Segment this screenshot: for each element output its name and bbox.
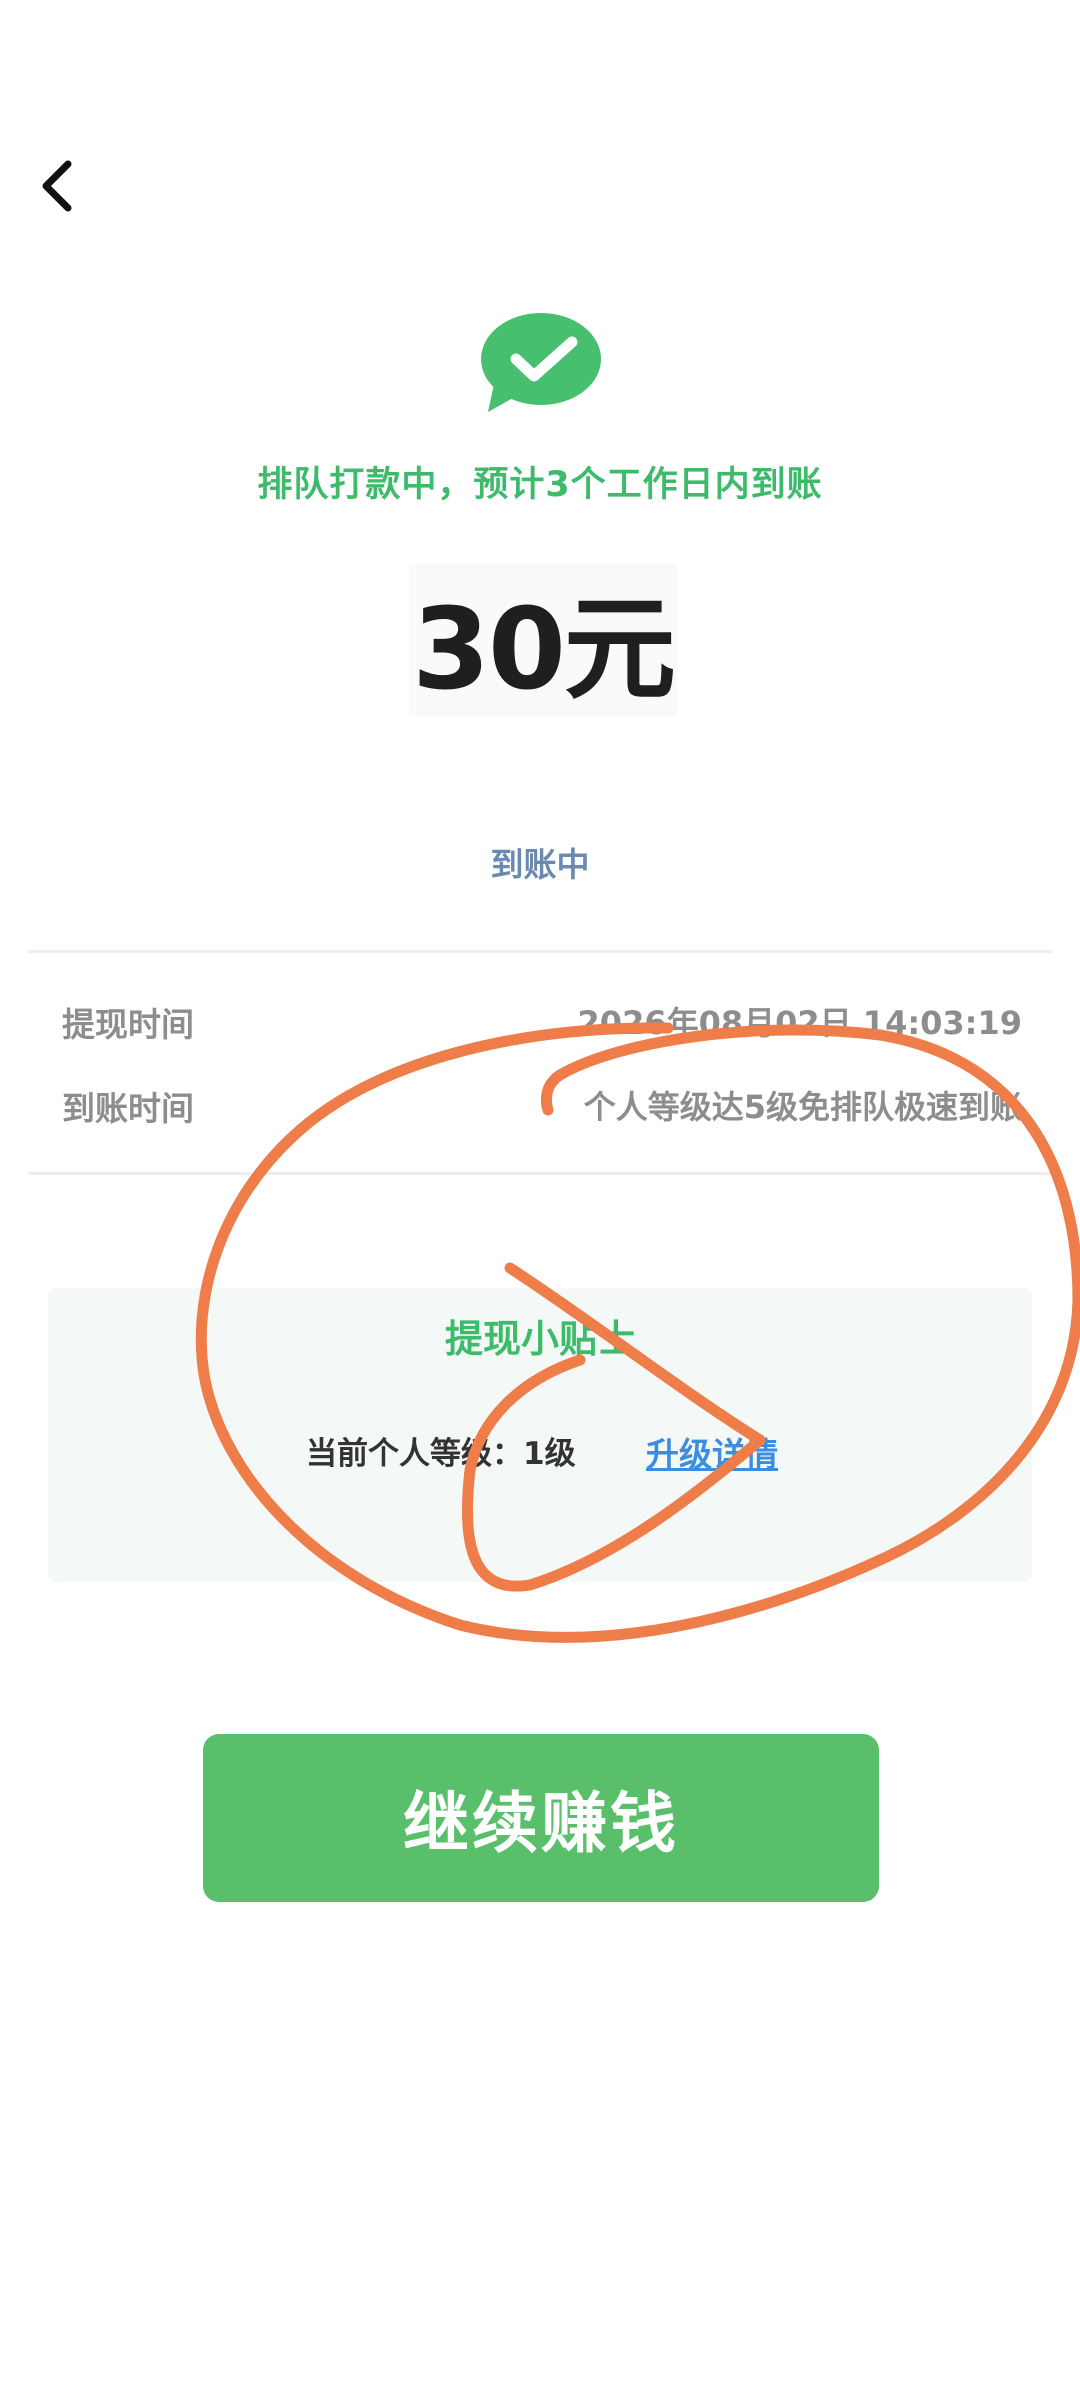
withdraw-time-value: 2026年08月02日 14:03:19 (577, 1004, 1022, 1042)
arrival-time-value: 个人等级达5级免排队极速到账 (583, 1088, 1022, 1126)
back-button[interactable] (30, 150, 90, 220)
arrival-state: 到账中 (490, 845, 590, 884)
withdraw-time-label: 提现时间 (62, 1005, 194, 1044)
arrival-time-label: 到账时间 (62, 1089, 194, 1128)
wechat-check-icon (480, 312, 602, 416)
current-level-text: 当前个人等级：1级 (306, 1436, 576, 1472)
upgrade-details-link[interactable]: 升级详情 (646, 1428, 778, 1476)
divider-top (28, 950, 1052, 953)
divider-bottom (28, 1172, 1052, 1175)
continue-earning-button[interactable]: 继续赚钱 (203, 1734, 879, 1902)
amount-box: 30元 (409, 564, 677, 716)
payout-status-message: 排队打款中，预计3个工作日内到账 (257, 465, 823, 505)
withdraw-amount: 30元 (412, 585, 676, 715)
tips-title: 提现小贴士 (444, 1317, 635, 1361)
chevron-left-icon (42, 160, 72, 212)
